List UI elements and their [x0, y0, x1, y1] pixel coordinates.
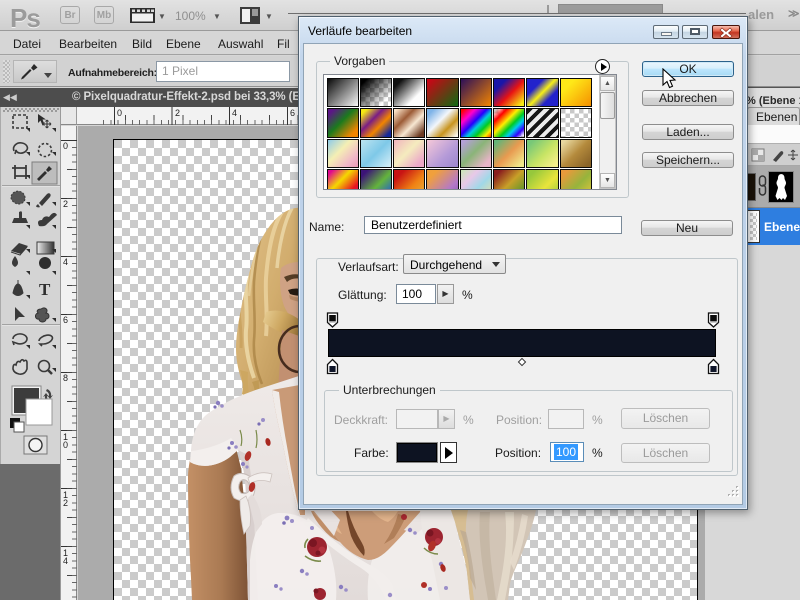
svg-text:T: T — [39, 280, 51, 299]
